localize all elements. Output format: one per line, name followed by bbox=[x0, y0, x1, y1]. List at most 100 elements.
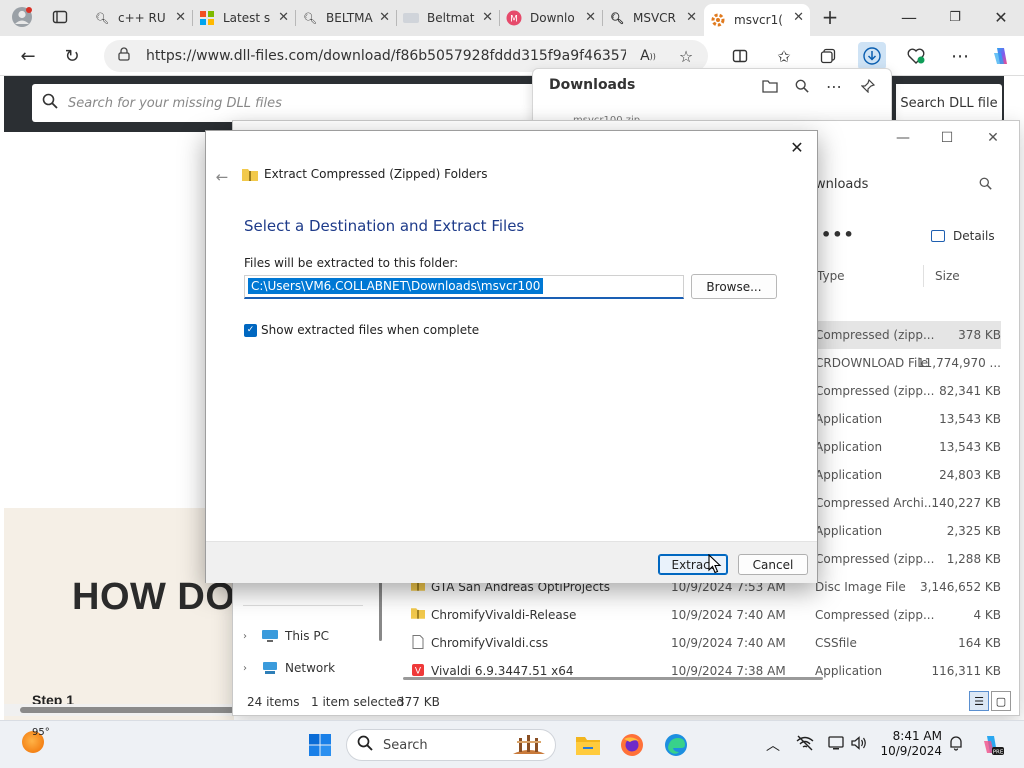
close-tab-icon[interactable]: ✕ bbox=[482, 10, 493, 25]
file-type: Disc Image File bbox=[815, 580, 906, 594]
close-tab-icon[interactable]: ✕ bbox=[585, 10, 596, 25]
page-icon bbox=[403, 10, 419, 26]
maximize-icon[interactable]: ☐ bbox=[925, 125, 969, 151]
pin-icon[interactable] bbox=[857, 75, 879, 97]
search-icon: 🔍︎ bbox=[95, 11, 109, 25]
browser-tab[interactable]: Beltmat ✕ bbox=[397, 4, 499, 32]
download-site-icon: M bbox=[506, 10, 522, 26]
checkbox-checked-icon[interactable]: ✓ bbox=[244, 323, 257, 337]
browser-tab[interactable]: Latest s ✕ bbox=[193, 4, 295, 32]
downloads-icon[interactable] bbox=[858, 42, 886, 70]
nav-item-network[interactable]: › Network bbox=[243, 661, 335, 675]
file-list-horizontal-scrollbar[interactable] bbox=[393, 677, 1001, 683]
file-list-row[interactable]: ChromifyVivaldi-Release 10/9/2024 7:40 AM… bbox=[393, 601, 1001, 629]
browser-tab[interactable]: 🔍︎ BELTMA ✕ bbox=[296, 4, 396, 32]
show-files-checkbox-row[interactable]: ✓ Show extracted files when complete bbox=[244, 323, 479, 337]
browser-tab[interactable]: 🔍︎ c++ RU ✕ bbox=[88, 4, 192, 32]
details-view-icon[interactable]: ☰ bbox=[969, 691, 989, 711]
more-options-icon[interactable]: ••• bbox=[821, 225, 855, 244]
profile-avatar-icon[interactable] bbox=[8, 3, 36, 31]
file-type: Application bbox=[815, 440, 883, 454]
column-header-size[interactable]: Size bbox=[935, 269, 960, 283]
tiles-view-icon[interactable]: ▢ bbox=[991, 691, 1011, 711]
file-size: 82,341 KB bbox=[939, 384, 1001, 398]
column-header-type[interactable]: Type bbox=[817, 269, 845, 283]
destination-folder-input[interactable]: C:\Users\VM6.COLLABNET\Downloads\msvcr10… bbox=[244, 275, 684, 299]
close-window-icon[interactable]: ✕ bbox=[978, 0, 1024, 34]
file-explorer-taskbar-icon[interactable] bbox=[574, 731, 602, 759]
edge-icon[interactable] bbox=[662, 731, 690, 759]
network-disconnected-icon[interactable] bbox=[796, 735, 814, 755]
search-icon: 🔍︎ bbox=[610, 11, 624, 25]
chevron-right-icon[interactable]: › bbox=[243, 663, 261, 674]
chevron-right-icon[interactable]: › bbox=[243, 631, 261, 642]
file-type: CRDOWNLOAD File bbox=[815, 356, 929, 370]
search-icon[interactable] bbox=[791, 75, 813, 97]
clock-time: 8:41 AM bbox=[892, 729, 942, 743]
file-type: Application bbox=[815, 412, 883, 426]
favorite-star-icon[interactable]: ☆ bbox=[672, 42, 700, 70]
browser-essentials-icon[interactable] bbox=[902, 42, 930, 70]
search-icon[interactable] bbox=[979, 177, 992, 194]
search-dll-button[interactable]: Search DLL file bbox=[896, 84, 1002, 122]
file-type: Compressed (zipp... bbox=[815, 608, 935, 622]
file-size: 2,325 KB bbox=[946, 524, 1001, 538]
close-tab-icon[interactable]: ✕ bbox=[175, 10, 186, 25]
browser-tab-bar: 🔍︎ c++ RU ✕ Latest s ✕ 🔍︎ BELTMA ✕ Beltm… bbox=[0, 0, 1024, 36]
nav-item-this-pc[interactable]: › This PC bbox=[243, 629, 329, 643]
breadcrumb[interactable]: wnloads bbox=[815, 177, 868, 192]
firefox-icon[interactable] bbox=[618, 731, 646, 759]
file-type: Compressed Archi... bbox=[815, 496, 936, 510]
nav-pane-scrollbar[interactable] bbox=[379, 577, 382, 641]
browser-tab-active[interactable]: msvcr1( ✕ bbox=[704, 4, 810, 36]
cancel-button[interactable]: Cancel bbox=[738, 554, 808, 575]
minimize-icon[interactable]: — bbox=[886, 0, 932, 34]
restore-icon[interactable]: ❐ bbox=[932, 0, 978, 34]
volume-icon[interactable] bbox=[850, 735, 868, 755]
refresh-icon[interactable]: ↻ bbox=[58, 42, 86, 70]
copilot-icon[interactable] bbox=[988, 42, 1016, 70]
browse-button[interactable]: Browse... bbox=[691, 274, 777, 299]
browser-tab[interactable]: M Downlo ✕ bbox=[500, 4, 602, 32]
file-size: 378 KB bbox=[958, 328, 1001, 342]
checkbox-label: Show extracted files when complete bbox=[261, 323, 480, 337]
close-tab-icon[interactable]: ✕ bbox=[686, 10, 697, 25]
close-window-icon[interactable]: ✕ bbox=[971, 125, 1015, 151]
more-options-icon[interactable]: ⋯ bbox=[823, 75, 845, 97]
collections-icon[interactable] bbox=[814, 42, 842, 70]
display-icon[interactable] bbox=[828, 735, 846, 755]
close-icon[interactable]: ✕ bbox=[783, 135, 811, 159]
back-arrow-icon[interactable]: ← bbox=[212, 167, 232, 187]
windows-grid-icon bbox=[199, 10, 215, 26]
close-tab-icon[interactable]: ✕ bbox=[793, 10, 804, 25]
notifications-bell-icon[interactable] bbox=[948, 735, 964, 755]
copilot-preview-icon[interactable]: PRE bbox=[978, 731, 1006, 759]
site-search-input[interactable]: Search for your missing DLL files bbox=[32, 84, 592, 122]
minimize-icon[interactable]: — bbox=[881, 125, 925, 151]
favorites-icon[interactable]: ✩ bbox=[770, 42, 798, 70]
browser-tab[interactable]: 🔍︎ MSVCR ✕ bbox=[603, 4, 703, 32]
new-tab-icon[interactable]: + bbox=[816, 3, 844, 31]
search-icon: 🔍︎ bbox=[303, 11, 317, 25]
start-windows-icon[interactable] bbox=[306, 731, 334, 759]
status-size: 377 KB bbox=[397, 695, 440, 709]
taskbar-search[interactable]: Search bbox=[346, 729, 556, 761]
file-size: 3,146,652 KB bbox=[920, 580, 1001, 594]
show-hidden-icons-chevron-icon[interactable]: ︿ bbox=[766, 735, 780, 755]
network-icon bbox=[261, 661, 279, 675]
back-arrow-icon[interactable]: ← bbox=[14, 42, 42, 70]
file-date: 10/9/2024 7:38 AM bbox=[671, 664, 786, 678]
close-tab-icon[interactable]: ✕ bbox=[278, 10, 289, 25]
extract-dialog: ✕ ← Extract Compressed (Zipped) Folders … bbox=[205, 130, 818, 583]
details-pane-button[interactable]: Details bbox=[931, 229, 995, 243]
more-menu-icon[interactable]: ⋯ bbox=[946, 42, 974, 70]
file-list-row[interactable]: ChromifyVivaldi.css 10/9/2024 7:40 AM CSSf… bbox=[393, 629, 1001, 657]
svg-text:PRE: PRE bbox=[993, 750, 1004, 756]
open-folder-icon[interactable] bbox=[759, 75, 781, 97]
tab-actions-icon[interactable] bbox=[46, 3, 74, 31]
taskbar-clock[interactable]: 8:41 AM 10/9/2024 bbox=[880, 729, 942, 759]
details-pane-icon bbox=[931, 230, 945, 242]
read-aloud-icon[interactable]: A)) bbox=[634, 42, 662, 70]
split-screen-icon[interactable] bbox=[726, 42, 754, 70]
close-tab-icon[interactable]: ✕ bbox=[379, 10, 390, 25]
